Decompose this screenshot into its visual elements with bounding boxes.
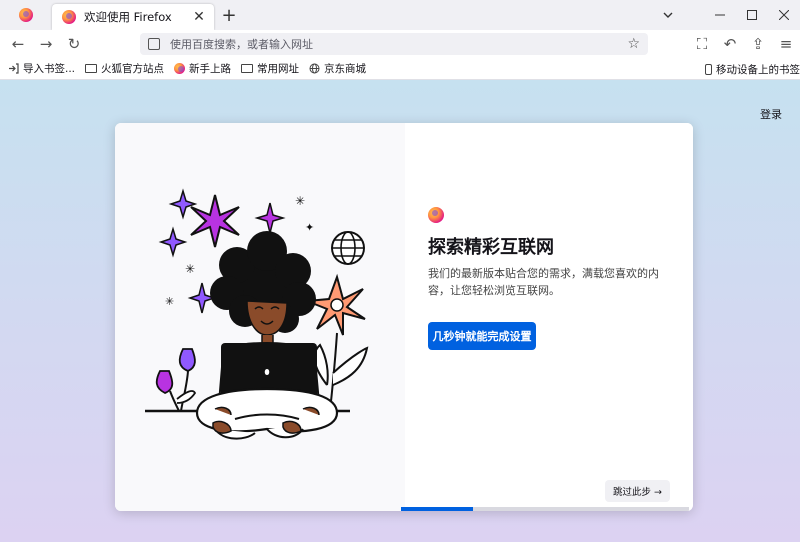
firefox-icon — [19, 8, 33, 22]
globe-icon — [331, 231, 365, 265]
undo-icon[interactable]: ↶ — [716, 30, 744, 58]
page-icon — [148, 38, 160, 50]
tab-strip: 欢迎使用 Firefox ✕ + — [0, 0, 800, 30]
pinned-tab[interactable] — [0, 0, 52, 30]
progress-fill — [401, 507, 473, 511]
svg-text:✦: ✦ — [305, 221, 314, 234]
bookmark-star-icon[interactable]: ☆ — [627, 36, 640, 52]
person-with-laptop-illustration: ✳ ✳ ✳ ✦ — [145, 188, 369, 440]
onboarding-card: ✳ ✳ ✳ ✦ 探索精彩互联网 我们的最新版本贴合您的需求，满载您喜欢的内容，让… — [115, 123, 693, 511]
globe-icon — [309, 63, 320, 74]
tab-welcome[interactable]: 欢迎使用 Firefox ✕ — [52, 4, 214, 30]
starburst-icon — [190, 194, 240, 248]
url-bar[interactable]: 使用百度搜索，或者输入网址 ☆ — [140, 33, 648, 55]
window-controls — [704, 0, 800, 30]
new-tab-button[interactable]: + — [214, 0, 244, 30]
signin-link[interactable]: 登录 — [760, 106, 782, 122]
extensions-icon[interactable]: ⇪ — [744, 30, 772, 58]
welcome-subtitle: 我们的最新版本贴合您的需求，满载您喜欢的内容，让您轻松浏览互联网。 — [428, 267, 659, 297]
folder-icon — [241, 64, 254, 73]
skip-step-button[interactable]: 跳过此步 → — [605, 480, 670, 502]
minimize-button[interactable] — [704, 0, 736, 30]
tab-title: 欢迎使用 Firefox — [84, 10, 172, 24]
import-icon — [8, 63, 19, 74]
mobile-bookmarks[interactable]: 移动设备上的书签 — [705, 58, 800, 80]
bookmark-getting-started[interactable]: 新手上路 — [174, 61, 231, 76]
reload-button[interactable]: ↻ — [60, 30, 88, 58]
firefox-icon — [174, 63, 186, 74]
bookmarks-toolbar: 导入书签... 火狐官方站点 新手上路 常用网址 京东商城 移动设备上的书签 — [0, 58, 800, 80]
phone-icon — [705, 63, 712, 75]
welcome-headline: 探索精彩互联网 — [428, 237, 554, 258]
screenshot-icon[interactable]: ⛶ — [688, 30, 716, 58]
chevron-down-icon — [663, 12, 673, 18]
svg-text:✳: ✳ — [165, 295, 174, 308]
folder-icon — [85, 64, 98, 73]
bookmark-folder-common[interactable]: 常用网址 — [241, 61, 299, 76]
svg-text:✳: ✳ — [295, 194, 305, 208]
firefox-icon — [62, 10, 76, 24]
maximize-button[interactable] — [736, 0, 768, 30]
url-placeholder: 使用百度搜索，或者输入网址 — [170, 38, 313, 51]
bookmark-jd[interactable]: 京东商城 — [309, 61, 366, 76]
menu-icon[interactable]: ≡ — [772, 30, 800, 58]
bookmark-import[interactable]: 导入书签... — [8, 61, 75, 76]
bellflower-icon — [155, 348, 197, 412]
nav-toolbar: ← → ↻ 使用百度搜索，或者输入网址 ☆ ⛶ ↶ ⇪ ≡ — [0, 30, 800, 58]
svg-text:✳: ✳ — [185, 262, 195, 276]
back-button[interactable]: ← — [4, 30, 32, 58]
welcome-page: 登录 ✳ ✳ ✳ ✦ 探索精彩互联网 我们的最新版本贴合您的需求，满载您喜欢的内… — [0, 80, 800, 542]
illustration-panel: ✳ ✳ ✳ ✦ — [115, 123, 405, 511]
list-all-tabs-button[interactable] — [656, 0, 680, 30]
onboarding-progress — [401, 507, 689, 511]
text-panel: 探索精彩互联网 我们的最新版本贴合您的需求，满载您喜欢的内容，让您轻松浏览互联网… — [405, 123, 693, 511]
firefox-logo-icon — [428, 207, 444, 223]
bookmark-folder-official[interactable]: 火狐官方站点 — [85, 61, 164, 76]
flower-icon — [306, 273, 366, 336]
get-started-button[interactable]: 几秒钟就能完成设置 — [428, 322, 536, 350]
toolbar-right: ⛶ ↶ ⇪ ≡ — [688, 30, 800, 58]
tab-close-icon[interactable]: ✕ — [190, 8, 208, 26]
close-window-button[interactable] — [768, 0, 800, 30]
forward-button[interactable]: → — [32, 30, 60, 58]
